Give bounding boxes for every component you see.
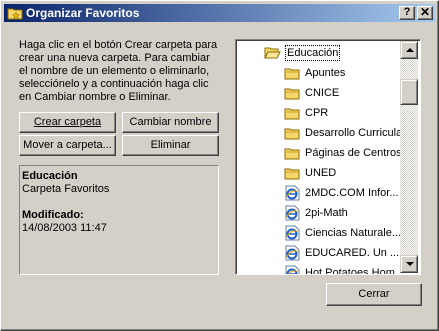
delete-label: Eliminar xyxy=(150,139,191,151)
tree-root-label: Educación xyxy=(285,45,341,61)
tree-item-label: CNICE xyxy=(305,87,340,99)
ie-link-icon xyxy=(285,205,300,221)
tree-item[interactable]: 2pi-Math xyxy=(284,203,400,223)
info-modified-label: Modificado: xyxy=(22,209,84,221)
favorites-folder-icon xyxy=(7,8,23,20)
tree-item[interactable]: CNICE xyxy=(284,83,400,103)
tree-item-label: Apuntes xyxy=(305,67,346,79)
tree-item-label: CPR xyxy=(305,107,329,119)
tree-item[interactable]: EDUCARED. Un ... xyxy=(284,243,400,263)
tree-item[interactable]: Hot Potatoes Hom... xyxy=(284,263,400,275)
rename-button[interactable]: Cambiar nombre xyxy=(122,112,219,133)
organize-favorites-dialog: Organizar Favoritos ? ✕ Haga clic en el … xyxy=(0,0,439,331)
tree-scrollbar[interactable] xyxy=(400,41,418,273)
move-to-folder-label: Mover a carpeta... xyxy=(23,139,112,151)
help-button[interactable]: ? xyxy=(399,6,415,20)
tree-item-label: Desarrollo Curricular xyxy=(305,127,400,139)
ie-link-icon xyxy=(285,245,300,261)
info-type: Carpeta Favoritos xyxy=(22,183,110,195)
tree-item-label: 2pi-Math xyxy=(305,207,348,219)
folder-icon xyxy=(284,128,300,140)
ie-link-icon xyxy=(285,265,300,274)
folder-open-icon xyxy=(264,47,281,59)
folder-icon xyxy=(284,68,300,80)
tree-item-label: UNED xyxy=(305,167,337,179)
arrow-down-icon xyxy=(406,262,414,266)
create-folder-button[interactable]: Crear carpeta xyxy=(19,112,116,133)
ie-link-icon xyxy=(285,185,300,201)
tree-item-label: Páginas de Centros xyxy=(305,147,400,159)
item-info-panel: Educación Carpeta Favoritos Modificado: … xyxy=(19,165,219,275)
tree-item-label: 2MDC.COM Infor... xyxy=(305,187,399,199)
tree-item[interactable]: UNED xyxy=(284,163,400,183)
create-folder-label: Crear carpeta xyxy=(33,116,102,128)
tree-root-item[interactable]: Educación xyxy=(264,43,404,63)
tree-item[interactable]: Ciencias Naturale... xyxy=(284,223,400,243)
tree-item-label: Ciencias Naturale... xyxy=(305,227,400,239)
tree-item[interactable]: Páginas de Centros xyxy=(284,143,400,163)
window-title: Organizar Favoritos xyxy=(26,6,140,20)
ie-link-icon xyxy=(285,225,300,241)
tree-item[interactable]: Apuntes xyxy=(284,63,400,83)
rename-label: Cambiar nombre xyxy=(129,116,212,128)
favorites-tree[interactable]: Educación Apuntes CNICE CPR Desarrollo Curr… xyxy=(235,39,421,275)
tree-item[interactable]: CPR xyxy=(284,103,400,123)
scroll-up-button[interactable] xyxy=(400,41,418,59)
tree-item-label: Hot Potatoes Hom... xyxy=(305,267,400,275)
tree-item[interactable]: 2MDC.COM Infor... xyxy=(284,183,400,203)
info-name: Educación xyxy=(22,170,78,182)
folder-icon xyxy=(284,148,300,160)
close-button[interactable]: Cerrar xyxy=(326,283,422,306)
close-window-button[interactable]: ✕ xyxy=(417,6,433,20)
move-to-folder-button[interactable]: Mover a carpeta... xyxy=(19,135,116,156)
close-label: Cerrar xyxy=(358,288,390,300)
instructions-text: Haga clic en el botón Crear carpeta para… xyxy=(19,39,218,103)
scroll-thumb[interactable] xyxy=(400,79,418,105)
folder-icon xyxy=(284,108,300,120)
folder-icon xyxy=(284,168,300,180)
arrow-up-icon xyxy=(406,48,414,52)
tree-item[interactable]: Desarrollo Curricular xyxy=(284,123,400,143)
title-bar[interactable]: Organizar Favoritos ? ✕ xyxy=(4,4,435,22)
tree-item-label: EDUCARED. Un ... xyxy=(305,247,400,259)
scroll-down-button[interactable] xyxy=(400,255,418,273)
info-modified-value: 14/08/2003 11:47 xyxy=(22,222,107,234)
folder-icon xyxy=(284,88,300,100)
delete-button[interactable]: Eliminar xyxy=(122,135,219,156)
